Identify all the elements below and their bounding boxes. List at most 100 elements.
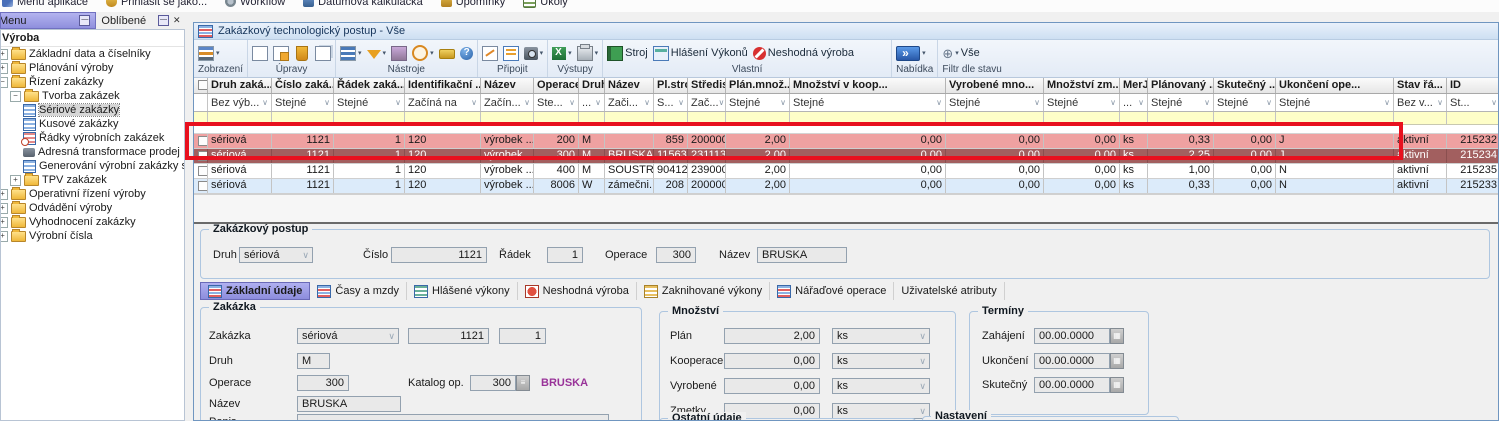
- hlaseni-vykonu-button[interactable]: Hlášení Výkonů: [653, 46, 748, 61]
- calendar-icon[interactable]: ▦: [1110, 353, 1124, 369]
- column-header-n-zev[interactable]: Název: [605, 78, 654, 93]
- row-checkbox[interactable]: [198, 181, 208, 191]
- column-header-pl-n-mno[interactable]: Plán.množ...: [726, 78, 790, 93]
- operace-field[interactable]: 300: [297, 375, 349, 391]
- menubar-item-upominky[interactable]: Upomínky: [441, 0, 506, 8]
- skutecny-date-field[interactable]: 00.00.0000: [1034, 377, 1110, 393]
- filter-dropdown-dek-zak[interactable]: Stejné∨: [334, 94, 405, 111]
- zmetky-unit-select[interactable]: ks∨: [832, 403, 930, 419]
- column-header-merj[interactable]: MerJ: [1120, 78, 1148, 93]
- filter-dropdown-vyroben-mno[interactable]: Stejné∨: [946, 94, 1044, 111]
- cislo-field[interactable]: 1121: [391, 247, 487, 263]
- column-header-skute-n[interactable]: Skutečný ...: [1214, 78, 1276, 93]
- filter-dropdown-skute-n[interactable]: Stejné∨: [1214, 94, 1276, 111]
- filter-dropdown-stav[interactable]: Bez v...∨: [1394, 94, 1447, 111]
- zahajeni-date-field[interactable]: 00.00.0000: [1034, 328, 1110, 344]
- neshodna-vyroba-button[interactable]: Neshodná výroba: [753, 47, 854, 60]
- sort-settings-button[interactable]: ▾: [340, 46, 362, 61]
- filter-dropdown-slo-zak[interactable]: Stejné∨: [272, 94, 334, 111]
- kooperace-unit-select[interactable]: ks∨: [832, 353, 930, 369]
- menubar-item-datumova-kalkulacka[interactable]: Datumová kalkulačka: [303, 0, 423, 8]
- column-header-pl-novan[interactable]: Plánovaný ...: [1148, 78, 1214, 93]
- nazev-field[interactable]: BRUSKA: [297, 396, 401, 412]
- menubar-item-prihlasit[interactable]: Přihlásit se jako...: [106, 0, 207, 8]
- copy-record-button[interactable]: [315, 46, 331, 61]
- filter-dropdown-pl-novan[interactable]: Stejné∨: [1148, 94, 1214, 111]
- plus-expander-icon[interactable]: +: [0, 217, 8, 228]
- sidebar-item-vyhodnocen-zak-zky[interactable]: +Vyhodnocení zakázky: [0, 215, 184, 229]
- attach-list-button[interactable]: [503, 46, 519, 61]
- table-row-id-215234[interactable]: sériová11211120výrobek ...300MBRUSKA1156…: [194, 149, 1498, 164]
- filter-dropdown-druh[interactable]: ...∨: [579, 94, 605, 111]
- filter-dropdown-mno-stv-v-koop[interactable]: Stejné∨: [790, 94, 946, 111]
- column-header-select[interactable]: [194, 78, 208, 93]
- filter-dropdown-st-edis[interactable]: Zač...∨: [688, 94, 726, 111]
- column-header-pl-stroj[interactable]: Pl.stroj: [654, 78, 688, 93]
- sidebar-item-pl-nov-n-v-roby[interactable]: +Plánování výroby: [0, 61, 184, 75]
- table-row-id-215235[interactable]: sériová11211120výrobek ...400MSOUSTR...9…: [194, 164, 1498, 179]
- column-header-st-edis[interactable]: Středis...: [688, 78, 726, 93]
- sidebar-item-v-robn-sla[interactable]: +Výrobní čísla: [0, 229, 184, 243]
- sidebar-tab-menu[interactable]: Menu —: [0, 12, 96, 29]
- new-record-row[interactable]: [194, 112, 1498, 125]
- sidebar-item-odv-d-n-v-roby[interactable]: +Odvádění výroby: [0, 201, 184, 215]
- filter-dropdown-druh-zak[interactable]: Bez výb...∨: [208, 94, 272, 111]
- attach-note-button[interactable]: [482, 46, 498, 61]
- column-header-stav[interactable]: Stav řá...: [1394, 78, 1447, 93]
- table-row-id-215233[interactable]: sériová11211120výrobek ...8006Wzámečni..…: [194, 179, 1498, 194]
- export-button[interactable]: [391, 46, 407, 61]
- minimize-panel-icon[interactable]: —: [79, 15, 90, 26]
- plus-expander-icon[interactable]: +: [0, 231, 8, 242]
- druh-select[interactable]: sériová∨: [239, 247, 313, 263]
- sidebar-item-operativn-zen-v-roby[interactable]: +Operativní řízení výroby: [0, 187, 184, 201]
- katalog-op-field[interactable]: 300: [470, 375, 516, 391]
- plus-expander-icon[interactable]: +: [10, 175, 21, 186]
- katalog-lookup-button[interactable]: ≡: [516, 375, 530, 391]
- zakazka-druh-select[interactable]: sériová∨: [297, 328, 399, 344]
- filter-dropdown-operace[interactable]: Ste...∨: [534, 94, 579, 111]
- print-button[interactable]: ▾: [577, 46, 599, 61]
- history-button[interactable]: ▾: [412, 45, 434, 61]
- ukonceni-date-field[interactable]: 00.00.0000: [1034, 353, 1110, 369]
- calendar-icon[interactable]: ▦: [1110, 328, 1124, 344]
- plan-field[interactable]: 2,00: [724, 328, 820, 344]
- plan-unit-select[interactable]: ks∨: [832, 328, 930, 344]
- tab-hl-en-v-kony[interactable]: Hlášené výkony: [407, 282, 518, 300]
- column-header-vyroben-mno[interactable]: Vyrobené mno...: [946, 78, 1044, 93]
- sidebar-item-z-kladn-data-a-seln-ky[interactable]: +Základní data a číselníky: [0, 47, 184, 61]
- zakazka-cislo-field[interactable]: 1121: [408, 328, 489, 344]
- tab-u-ivatelsk-atributy[interactable]: Uživatelské atributy: [894, 282, 1004, 300]
- sidebar-item-kusov-zak-zky[interactable]: Kusové zakázky: [0, 117, 184, 131]
- sidebar-tab-oblibene[interactable]: Oblíbené — ✕: [96, 12, 187, 29]
- calendar-icon[interactable]: ▦: [1110, 377, 1124, 393]
- row-select-cell[interactable]: [194, 179, 208, 193]
- column-header-mno-stv-v-koop[interactable]: Množství v koop...: [790, 78, 946, 93]
- column-header-id[interactable]: ID: [1447, 78, 1499, 93]
- sidebar-item-s-riov-zak-zky[interactable]: Sériové zakázky: [0, 103, 184, 117]
- status-filter-button[interactable]: ⊕▾Vše: [942, 47, 979, 60]
- popis-field[interactable]: [297, 414, 609, 420]
- vyrobene-field[interactable]: 0,00: [724, 378, 820, 394]
- tab-neshodn-v-roba[interactable]: Neshodná výroba: [518, 282, 637, 300]
- column-header-mno-stv-zm[interactable]: Množství zm...: [1044, 78, 1120, 93]
- sidebar-item-adresn-transformace-prodej[interactable]: Adresná transformace prodej: [0, 145, 184, 159]
- new-record-button[interactable]: [252, 46, 268, 61]
- table-row-id-215232[interactable]: sériová11211120výrobek ...200M8592000002…: [194, 134, 1498, 149]
- column-header-dek-zak[interactable]: Řádek zaká...: [334, 78, 405, 93]
- plus-expander-icon[interactable]: +: [0, 63, 8, 74]
- minus-expander-icon[interactable]: −: [0, 77, 8, 88]
- excel-export-button[interactable]: ▾: [552, 47, 572, 60]
- row-select-cell[interactable]: [194, 164, 208, 178]
- menu-offer-button[interactable]: ▾: [896, 46, 926, 61]
- vyrobene-unit-select[interactable]: ks∨: [832, 378, 930, 394]
- row-checkbox[interactable]: [198, 166, 208, 176]
- nazev-field[interactable]: BRUSKA: [757, 247, 847, 263]
- column-header-druh[interactable]: Druh: [579, 78, 605, 93]
- sidebar-item-tpv-zak-zek[interactable]: +TPV zakázek: [0, 173, 184, 187]
- column-header-identifika-n[interactable]: Identifikační ...: [405, 78, 481, 93]
- minus-expander-icon[interactable]: −: [10, 91, 21, 102]
- sidebar-item-generov-n-v-robn-zak-zky-s[interactable]: Generování výrobní zakázky s: [0, 159, 184, 173]
- filter-dropdown-ukon-en-ope[interactable]: Stejné∨: [1276, 94, 1394, 111]
- filter-dropdown-pl-n-mno[interactable]: Stejné∨: [726, 94, 790, 111]
- filter-button[interactable]: ▾: [367, 48, 387, 59]
